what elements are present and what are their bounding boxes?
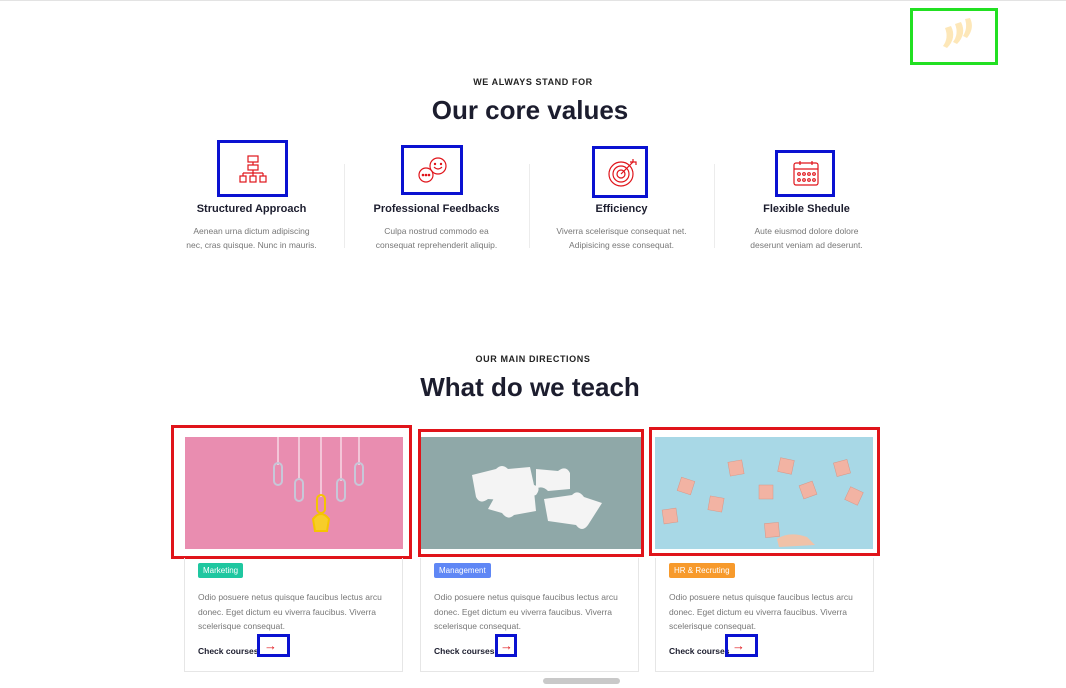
course-tag[interactable]: Management	[434, 563, 491, 578]
course-card: Marketing Odio posuere netus quisque fau…	[184, 558, 403, 672]
quote-decoration	[910, 8, 998, 65]
value-description: Aenean urna dictum adipiscing nec, cras q…	[186, 226, 317, 250]
check-courses-link[interactable]: Check courses	[198, 646, 258, 656]
chat-bubbles-icon	[401, 145, 463, 195]
course-card: HR & Recruting Odio posuere netus quisqu…	[655, 558, 874, 672]
value-description: Viverra scelerisque consequat net. Adipis…	[556, 226, 687, 250]
arrow-right-icon[interactable]: →	[257, 634, 290, 657]
check-courses-link[interactable]: Check courses	[669, 646, 729, 656]
value-description: Culpa nostrud commodo ea consequat repreh…	[375, 226, 498, 250]
lightbulb-paperclips-image[interactable]	[171, 425, 412, 559]
target-icon	[592, 146, 648, 198]
course-card: Management Odio posuere netus quisque fa…	[420, 558, 639, 672]
horizontal-scrollbar[interactable]	[543, 678, 620, 684]
structure-icon	[217, 140, 288, 197]
value-title: Efficiency	[595, 203, 648, 215]
value-title: Flexible Shedule	[763, 203, 850, 215]
value-title: Professional Feedbacks	[373, 203, 500, 215]
course-tag[interactable]: Marketing	[198, 563, 244, 578]
course-description: Odio posuere netus quisque faucibus lect…	[669, 592, 853, 631]
check-courses-link[interactable]: Check courses	[434, 646, 494, 656]
puzzle-pieces-image[interactable]	[418, 429, 644, 557]
course-description: Odio posuere netus quisque faucibus lect…	[434, 592, 618, 631]
values-eyebrow: WE ALWAYS STAND FOR	[473, 77, 593, 87]
arrow-right-icon[interactable]: →	[725, 634, 758, 657]
top-divider	[0, 0, 1066, 1]
value-description: Aute eiusmod dolore dolore deserunt venia…	[750, 226, 863, 250]
teach-eyebrow: OUR MAIN DIRECTIONS	[475, 354, 591, 364]
people-blocks-image[interactable]	[649, 427, 880, 556]
arrow-right-icon[interactable]: →	[495, 634, 517, 657]
quote-marks-icon	[943, 18, 972, 48]
teach-title: What do we teach	[420, 372, 640, 402]
values-title: Our core values	[431, 95, 629, 125]
course-tag[interactable]: HR & Recruting	[669, 563, 735, 578]
calendar-icon	[775, 150, 835, 197]
value-title: Structured Approach	[196, 203, 307, 215]
course-description: Odio posuere netus quisque faucibus lect…	[198, 592, 382, 631]
